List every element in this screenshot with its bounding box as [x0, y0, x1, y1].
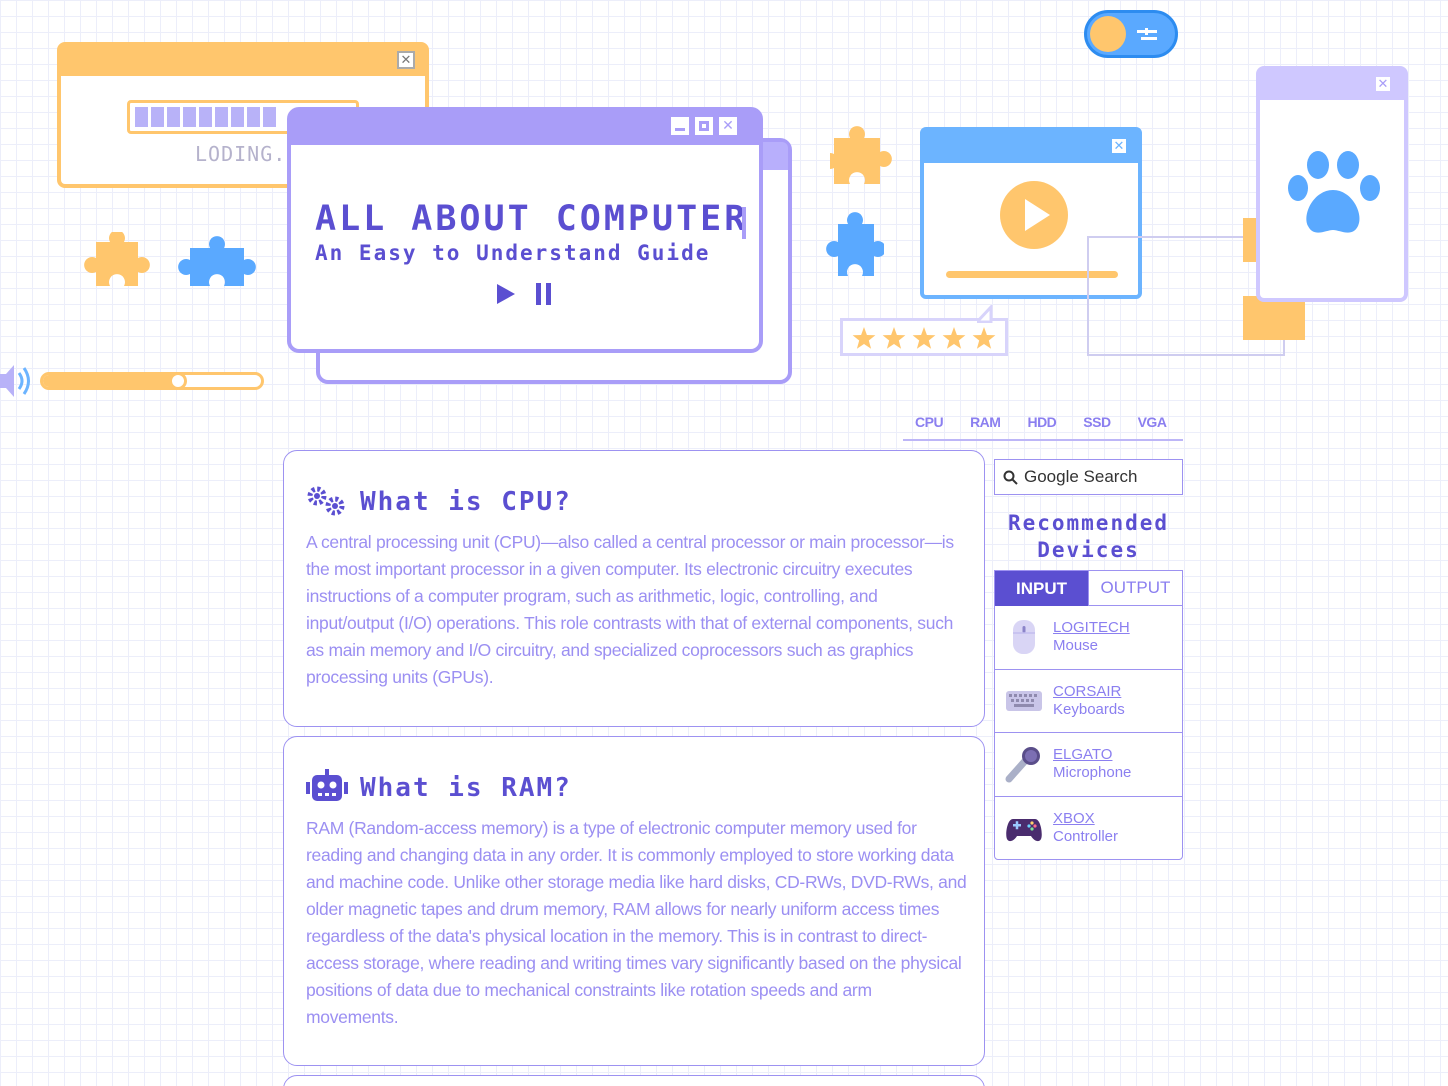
search-input[interactable]	[1024, 467, 1174, 487]
nav-link-ram[interactable]: RAM	[970, 414, 1001, 439]
pause-icon[interactable]	[535, 283, 553, 305]
typing-caret	[742, 207, 746, 239]
device-type: Controller	[1053, 827, 1119, 845]
robot-icon	[306, 769, 348, 801]
star-icon	[912, 327, 936, 349]
theme-toggle[interactable]	[1084, 10, 1178, 58]
progress-segment	[183, 107, 196, 127]
keyboard-icon	[1006, 690, 1042, 711]
volume-slider[interactable]	[40, 372, 264, 390]
gamepad-icon	[1006, 818, 1042, 841]
paw-print-icon	[1288, 151, 1380, 233]
maximize-icon[interactable]	[695, 117, 713, 135]
section-title: What is RAM?	[360, 773, 572, 803]
paw-window: ✕	[1256, 66, 1408, 302]
sliders-icon	[1137, 28, 1157, 40]
video-window-titlebar	[924, 131, 1138, 163]
ram-section: What is RAM? RAM (Random-access memory) …	[283, 736, 985, 1066]
minimize-icon[interactable]	[671, 117, 689, 135]
gears-icon	[307, 486, 345, 516]
star-icon	[852, 327, 876, 349]
nav-link-ssd[interactable]: SSD	[1083, 414, 1111, 439]
device-panel: INPUT OUTPUT LOGITECH Mouse CORSAIR Keyb…	[994, 570, 1183, 860]
search-icon	[1003, 470, 1018, 485]
progress-segment	[247, 107, 260, 127]
page-title: ALL ABOUT COMPUTER	[315, 199, 749, 239]
nav-link-vga[interactable]: VGA	[1138, 414, 1167, 439]
progress-segment	[263, 107, 276, 127]
page-subtitle: An Easy to Understand Guide	[315, 241, 711, 265]
device-type: Keyboards	[1053, 700, 1125, 718]
device-brand-link[interactable]: CORSAIR	[1053, 683, 1121, 700]
star-icon	[942, 327, 966, 349]
device-brand-link[interactable]: ELGATO	[1053, 746, 1112, 763]
device-brand-link[interactable]: LOGITECH	[1053, 619, 1130, 636]
progress-segment	[199, 107, 212, 127]
puzzle-piece-icon	[178, 236, 256, 286]
progress-segment	[135, 107, 148, 127]
puzzle-piece-icon	[826, 212, 884, 276]
search-box[interactable]	[994, 459, 1183, 495]
device-item-microphone[interactable]: ELGATO Microphone	[995, 733, 1182, 797]
video-play-icon[interactable]	[1000, 181, 1068, 249]
topic-nav: CPU RAM HDD SSD VGA	[903, 414, 1183, 441]
device-tabs: INPUT OUTPUT	[995, 571, 1182, 606]
section-body: RAM (Random-access memory) is a type of …	[306, 818, 967, 1027]
nav-link-hdd[interactable]: HDD	[1027, 414, 1056, 439]
tab-input[interactable]: INPUT	[995, 571, 1088, 606]
speech-tail-icon	[977, 305, 993, 323]
nav-link-cpu[interactable]: CPU	[915, 414, 944, 439]
close-icon[interactable]: ✕	[1374, 75, 1392, 93]
close-icon[interactable]: ✕	[397, 51, 415, 69]
volume-fill	[43, 375, 178, 387]
close-icon[interactable]: ✕	[1110, 137, 1128, 155]
close-icon[interactable]: ✕	[719, 117, 737, 135]
star-rating	[840, 305, 1008, 356]
progress-segment	[167, 107, 180, 127]
play-icon[interactable]	[495, 283, 517, 305]
speaker-icon[interactable]	[0, 362, 34, 400]
loading-progress-fill	[135, 107, 276, 127]
section-title: What is CPU?	[360, 487, 572, 517]
progress-segment	[231, 107, 244, 127]
device-type: Mouse	[1053, 637, 1099, 654]
puzzle-piece-icon	[84, 232, 150, 286]
microphone-icon	[1005, 747, 1040, 783]
tab-output[interactable]: OUTPUT	[1088, 571, 1182, 606]
puzzle-piece-icon	[830, 126, 892, 184]
title-window-titlebar: ✕	[291, 111, 759, 145]
section-body: A central processing unit (CPU)—also cal…	[306, 532, 954, 687]
mouse-icon	[1013, 620, 1035, 654]
volume-thumb[interactable]	[169, 372, 187, 390]
cpu-section: What is CPU? A central processing unit (…	[283, 450, 985, 727]
star-icon	[972, 327, 996, 349]
toggle-knob	[1090, 16, 1126, 52]
star-icon	[882, 327, 906, 349]
stars-group	[852, 327, 996, 349]
device-item-keyboard[interactable]: CORSAIR Keyboards	[995, 670, 1182, 733]
next-section	[283, 1075, 985, 1086]
title-window: ✕ ALL ABOUT COMPUTER An Easy to Understa…	[287, 107, 763, 353]
device-type: Microphone	[1053, 764, 1132, 781]
progress-segment	[215, 107, 228, 127]
progress-segment	[151, 107, 164, 127]
device-item-mouse[interactable]: LOGITECH Mouse	[995, 606, 1182, 670]
device-brand-link[interactable]: XBOX	[1053, 810, 1095, 827]
device-item-controller[interactable]: XBOX Controller	[995, 797, 1182, 861]
recommended-heading: Recommended Devices	[1007, 511, 1170, 562]
loading-window-titlebar	[61, 46, 425, 76]
